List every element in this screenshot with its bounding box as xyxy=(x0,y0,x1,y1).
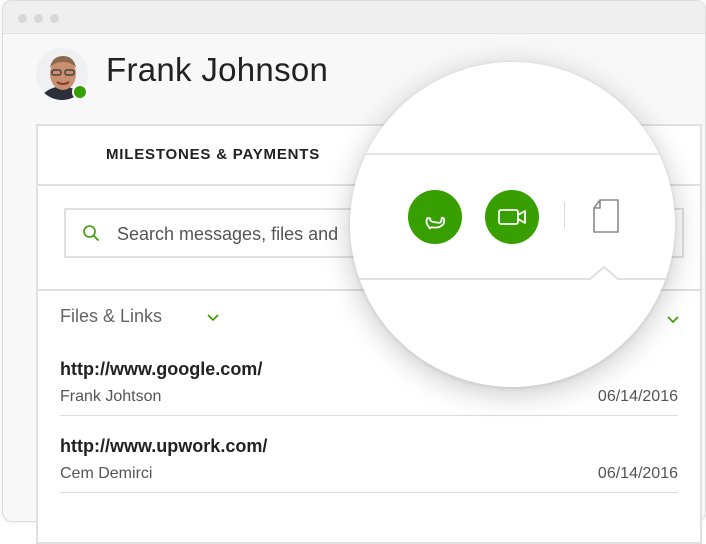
file-link-date: 06/14/2016 xyxy=(597,388,678,405)
magnified-toolbar-callout xyxy=(350,62,675,387)
file-icon xyxy=(593,199,619,233)
toolbar-separator xyxy=(564,202,565,228)
chevron-down-icon[interactable] xyxy=(666,315,680,325)
call-button[interactable] xyxy=(408,190,462,244)
search-icon xyxy=(83,225,99,241)
file-link-author: Cem Demirci xyxy=(60,465,153,482)
active-indicator-caret xyxy=(350,265,675,280)
window-close-dot[interactable] xyxy=(18,14,27,23)
title-bar xyxy=(3,1,705,34)
file-link-author: Frank Johtson xyxy=(60,388,162,405)
file-link-date: 06/14/2016 xyxy=(597,465,678,482)
video-call-button[interactable] xyxy=(485,190,539,244)
window-maximize-dot[interactable] xyxy=(50,14,59,23)
video-camera-icon xyxy=(498,209,526,225)
online-status-indicator xyxy=(72,84,88,100)
file-link-url[interactable]: http://www.google.com/ xyxy=(60,359,262,380)
divider xyxy=(60,492,678,493)
file-link-url[interactable]: http://www.upwork.com/ xyxy=(60,436,267,457)
files-links-dropdown[interactable]: Files & Links xyxy=(60,306,162,327)
divider xyxy=(350,153,675,155)
divider xyxy=(60,415,678,416)
phone-icon xyxy=(425,216,446,230)
window-minimize-dot[interactable] xyxy=(34,14,43,23)
attach-file-button[interactable] xyxy=(588,196,624,236)
tab-milestones-payments[interactable]: MILESTONES & PAYMENTS xyxy=(106,146,320,163)
user-name: Frank Johnson xyxy=(106,51,329,88)
search-placeholder: Search messages, files and xyxy=(117,224,339,244)
chevron-down-icon[interactable] xyxy=(206,313,220,323)
